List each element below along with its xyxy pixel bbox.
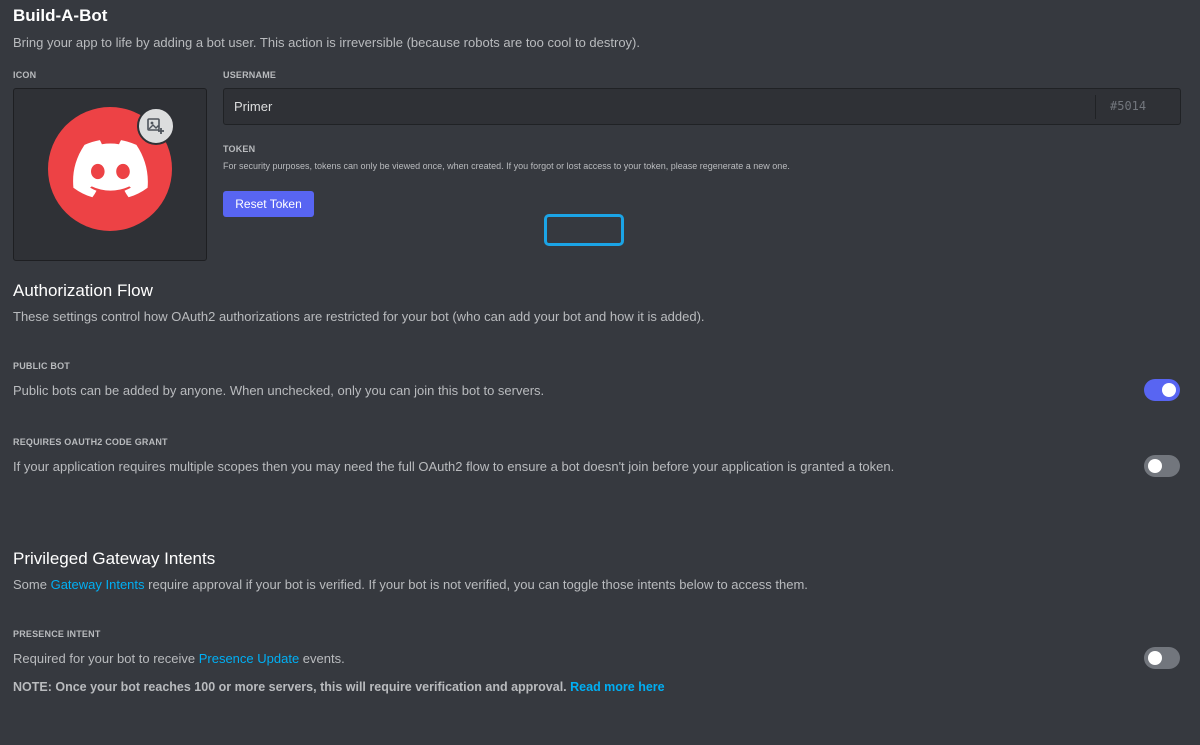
presence-intent-toggle[interactable] <box>1144 647 1180 669</box>
bot-icon-uploader[interactable] <box>13 88 207 261</box>
presence-description-suffix: events. <box>299 651 345 666</box>
authorization-flow-title: Authorization Flow <box>13 281 153 300</box>
toggle-knob <box>1148 459 1162 473</box>
authorization-flow-description: These settings control how OAuth2 author… <box>13 309 705 324</box>
presence-intent-label: PRESENCE INTENT <box>13 629 101 639</box>
build-a-bot-title: Build-A-Bot <box>13 6 108 25</box>
read-more-link[interactable]: Read more here <box>570 680 664 694</box>
gateway-intents-description-prefix: Some <box>13 577 51 592</box>
gateway-intents-link[interactable]: Gateway Intents <box>51 577 145 592</box>
gateway-intents-title: Privileged Gateway Intents <box>13 549 216 568</box>
token-label: TOKEN <box>223 144 256 154</box>
focus-outline <box>544 214 624 246</box>
toggle-knob <box>1162 383 1176 397</box>
discriminator: #5014 <box>1110 99 1147 113</box>
code-grant-description: If your application requires multiple sc… <box>13 459 895 474</box>
presence-intent-description: Required for your bot to receive Presenc… <box>13 651 345 666</box>
code-grant-label: REQUIRES OAUTH2 CODE GRANT <box>13 437 168 447</box>
field-divider <box>1095 95 1096 119</box>
public-bot-toggle[interactable] <box>1144 379 1180 401</box>
icon-label: ICON <box>13 70 37 80</box>
verification-note: NOTE: Once your bot reaches 100 or more … <box>13 680 665 694</box>
username-label: USERNAME <box>223 70 277 80</box>
presence-update-link[interactable]: Presence Update <box>199 651 299 666</box>
presence-description-prefix: Required for your bot to receive <box>13 651 199 666</box>
gateway-intents-description: Some Gateway Intents require approval if… <box>13 577 808 592</box>
reset-token-button[interactable]: Reset Token <box>223 191 314 217</box>
build-a-bot-description: Bring your app to life by adding a bot u… <box>13 35 640 50</box>
add-image-icon[interactable] <box>137 107 175 145</box>
public-bot-label: PUBLIC BOT <box>13 361 70 371</box>
token-description: For security purposes, tokens can only b… <box>223 161 790 171</box>
username-field[interactable]: Primer #5014 <box>223 88 1181 125</box>
username-value[interactable]: Primer <box>234 99 272 114</box>
public-bot-description: Public bots can be added by anyone. When… <box>13 383 545 398</box>
toggle-knob <box>1148 651 1162 665</box>
verification-note-text: NOTE: Once your bot reaches 100 or more … <box>13 680 571 694</box>
code-grant-toggle[interactable] <box>1144 455 1180 477</box>
gateway-intents-description-suffix: require approval if your bot is verified… <box>144 577 808 592</box>
